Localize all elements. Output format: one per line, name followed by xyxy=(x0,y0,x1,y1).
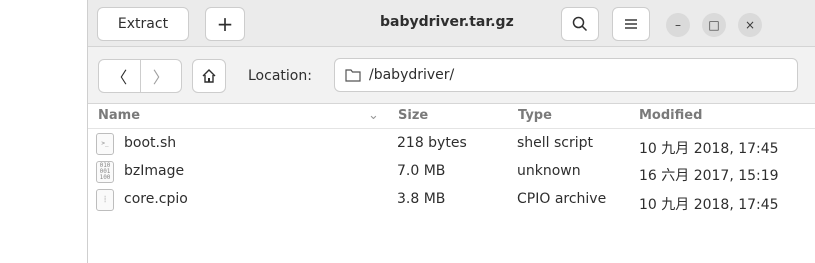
column-header-size[interactable]: Size xyxy=(398,105,428,127)
column-header-modified[interactable]: Modified xyxy=(639,105,702,127)
menu-button[interactable] xyxy=(612,7,650,41)
binary-file-icon: 010 001 100 xyxy=(96,161,114,183)
table-row[interactable]: >_ boot.sh 218 bytes shell script 10 九月 … xyxy=(88,131,815,158)
hamburger-menu-icon xyxy=(625,19,637,29)
forward-button[interactable]: 〉 xyxy=(141,60,182,92)
add-files-button[interactable]: + xyxy=(205,7,245,41)
location-label: Location: xyxy=(248,68,312,84)
file-type: shell script xyxy=(517,135,594,151)
archive-manager-window: Extract + babydriver.tar.gz – □ × 〈 〉 Lo… xyxy=(87,0,815,263)
file-name: boot.sh xyxy=(124,135,177,151)
file-modified: 10 九月 2018, 17:45 xyxy=(639,141,779,157)
script-file-icon: >_ xyxy=(96,133,114,155)
table-row[interactable]: ┆ core.cpio 3.8 MB CPIO archive 10 九月 20… xyxy=(88,187,815,214)
table-row[interactable]: 010 001 100 bzImage 7.0 MB unknown 16 六月 2… xyxy=(88,159,815,186)
file-size: 3.8 MB xyxy=(397,191,446,207)
back-button[interactable]: 〈 xyxy=(99,60,141,92)
column-header-type[interactable]: Type xyxy=(518,105,552,127)
location-field[interactable]: /babydriver/ xyxy=(334,58,798,92)
window-title: babydriver.tar.gz xyxy=(380,14,514,30)
file-type: CPIO archive xyxy=(517,191,607,207)
close-button[interactable]: × xyxy=(738,13,762,37)
file-modified: 10 九月 2018, 17:45 xyxy=(639,197,779,213)
search-icon xyxy=(572,16,588,32)
location-path: /babydriver/ xyxy=(369,67,455,83)
search-button[interactable] xyxy=(561,7,599,41)
maximize-button[interactable]: □ xyxy=(702,13,726,37)
folder-icon xyxy=(345,69,361,82)
file-type: unknown xyxy=(517,163,581,179)
navigation-buttons: 〈 〉 xyxy=(98,59,182,93)
location-bar: 〈 〉 Location: /babydriver/ xyxy=(88,47,815,104)
header-bar: Extract + babydriver.tar.gz – □ × xyxy=(88,0,815,47)
home-button[interactable] xyxy=(192,59,226,93)
file-name: bzImage xyxy=(124,163,185,179)
file-modified: 16 六月 2017, 15:19 xyxy=(639,168,779,184)
sort-chevron-icon: ⌄ xyxy=(368,108,379,123)
extract-button[interactable]: Extract xyxy=(97,7,189,41)
column-header-name[interactable]: Name xyxy=(98,105,140,127)
archive-file-icon: ┆ xyxy=(96,189,114,211)
minimize-button[interactable]: – xyxy=(666,13,690,37)
file-name: core.cpio xyxy=(124,191,188,207)
home-icon xyxy=(202,69,216,83)
file-size: 7.0 MB xyxy=(397,163,446,179)
file-size: 218 bytes xyxy=(397,135,467,151)
header-divider xyxy=(88,128,815,129)
